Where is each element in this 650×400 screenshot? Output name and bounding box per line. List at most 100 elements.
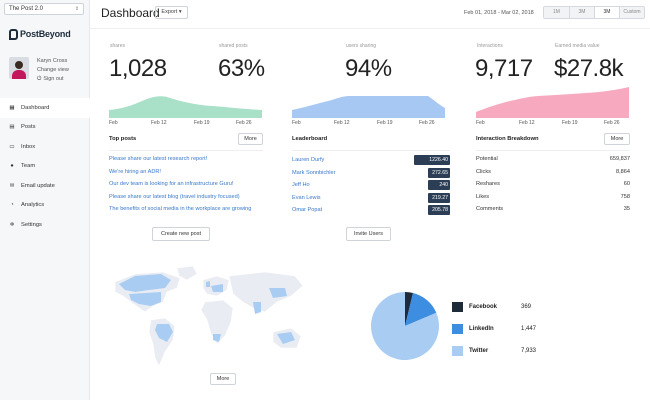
sidebar-item-label: Email update [21, 182, 55, 189]
map-highlight-india [253, 302, 261, 314]
range-1m-button[interactable]: 1M [544, 7, 569, 18]
top-post-link[interactable]: The benefits of social media in the work… [109, 206, 251, 219]
sidebar-item-label: Settings [21, 221, 42, 228]
leaderboard-title: Leaderboard [292, 136, 328, 142]
top-post-link[interactable]: Please share our latest research report! [109, 156, 251, 169]
top-posts-list: Please share our latest research report!… [109, 156, 251, 219]
top-posts-more-button[interactable]: More [238, 133, 263, 145]
page-title: Dashboard [101, 6, 160, 20]
interaction-value: 35 [623, 206, 630, 213]
x-tick: Feb [476, 120, 485, 126]
interaction-label: Likes [476, 193, 490, 200]
interactions-label: Interactions [477, 43, 503, 49]
sidebar-item-dashboard[interactable]: ▦ Dashboard [0, 98, 90, 118]
posts-icon: ▤ [9, 124, 15, 131]
interaction-label: Reshares [476, 181, 500, 188]
export-button[interactable]: Export ▾ [155, 6, 188, 19]
leaderboard-name[interactable]: Evan Lewis [292, 195, 321, 201]
interaction-value: 758 [620, 193, 630, 200]
leaderboard-name[interactable]: Mark Sonnbichler [292, 170, 336, 176]
sign-out-link[interactable]: ⏻ Sign out [37, 75, 69, 84]
users-sharing-label: users sharing [346, 43, 377, 49]
facebook-swatch [452, 302, 463, 312]
top-post-link[interactable]: We're hiring an ADR! [109, 169, 251, 182]
interactions-sparkline-area [476, 87, 629, 118]
sidebar-item-settings[interactable]: ✲ Settings [0, 215, 90, 235]
x-tick: Feb 19 [562, 120, 578, 126]
users-sparkline-area [292, 96, 445, 118]
map-highlight-uk [206, 281, 210, 287]
email-icon: ✉ [9, 182, 15, 189]
sidebar-item-label: Team [21, 163, 36, 170]
top-post-link[interactable]: Our dev team is looking for an infrastru… [109, 181, 251, 194]
interaction-label: Comments [476, 206, 504, 213]
legend-row-linkedin: LinkedIn 1,447 [452, 318, 536, 340]
divider [109, 150, 263, 151]
sidebar-item-inbox[interactable]: ▭ Inbox [0, 137, 90, 157]
interaction-row: Potential 659,837 [476, 156, 630, 169]
interaction-breakdown-list: Potential 659,837 Clicks 8,864 Reshares … [476, 156, 630, 219]
leaderboard-score: 240 [428, 180, 450, 191]
user-name: Karyn Cross [37, 58, 68, 64]
user-block: Karyn Cross Change view ⏻ Sign out [9, 57, 69, 84]
sidebar-item-label: Posts [21, 124, 36, 131]
legend-value: 7,933 [521, 348, 537, 354]
date-range[interactable]: Feb 01, 2018 - Mar 02, 2018 [464, 10, 534, 16]
sidebar-item-email-update[interactable]: ✉ Email update [0, 176, 90, 196]
sidebar-item-team[interactable]: ● Team [0, 157, 90, 177]
inbox-icon: ▭ [9, 143, 15, 150]
org-select[interactable]: The Post 2.0 ⇕ [4, 3, 84, 15]
x-tick: Feb 26 [604, 120, 620, 126]
invite-users-button[interactable]: Invite Users [346, 227, 391, 241]
range-button[interactable]: 3M [594, 7, 619, 18]
avatar [9, 57, 29, 79]
twitter-swatch [452, 346, 463, 356]
social-legend: Facebook 369 LinkedIn 1,447 Twitter 7,93… [452, 296, 536, 362]
sidebar-item-posts[interactable]: ▤ Posts [0, 118, 90, 138]
interaction-row: Comments 35 [476, 206, 630, 219]
create-new-post-button[interactable]: Create new post [152, 227, 210, 241]
leaderboard-row: Evan Lewis 219.27 [292, 192, 450, 206]
legend-value: 369 [521, 304, 532, 310]
brand-name: PostBeyond [20, 29, 71, 39]
x-tick: Feb [292, 120, 301, 126]
x-tick: Feb 19 [194, 120, 210, 126]
leaderboard-name[interactable]: Omar Popat [292, 207, 322, 213]
shares-sparkline-area [109, 96, 262, 118]
x-tick: Feb 26 [419, 120, 435, 126]
interaction-more-button[interactable]: More [604, 133, 630, 145]
sidebar-nav: ▦ Dashboard ▤ Posts ▭ Inbox ● Team ✉ Ema… [0, 98, 90, 235]
legend-row-facebook: Facebook 369 [452, 296, 536, 318]
interaction-row: Reshares 60 [476, 181, 630, 194]
leaderboard-row: Lauren Durfy 1226.40 [292, 155, 450, 168]
leaderboard-name[interactable]: Jeff Ho [292, 182, 310, 188]
map-more-button[interactable]: More [210, 373, 236, 385]
interaction-value: 8,864 [616, 168, 630, 175]
legend-row-twitter: Twitter 7,933 [452, 340, 536, 362]
dashboard-icon: ▦ [9, 104, 15, 111]
users-sparkline [292, 96, 445, 118]
leaderboard-row: Mark Sonnbichler 272.65 [292, 167, 450, 181]
sidebar-item-label: Dashboard [21, 104, 50, 111]
world-map[interactable] [105, 262, 315, 374]
users-sharing-value: 94% [345, 55, 392, 82]
legend-name: Twitter [469, 348, 489, 354]
range-custom-button[interactable]: Custom [619, 7, 644, 18]
x-tick: Feb [109, 120, 118, 126]
postbeyond-logo-icon [9, 28, 18, 40]
chevron-updown-icon: ⇕ [74, 6, 79, 12]
change-view-link[interactable]: Change view [37, 66, 69, 75]
leaderboard-name[interactable]: Lauren Durfy [292, 157, 324, 163]
range-3m-button[interactable]: 3M [569, 7, 594, 18]
leaderboard-score: 1226.40 [414, 155, 450, 165]
header-divider [90, 28, 650, 29]
shared-posts-label: shared posts [219, 43, 248, 49]
x-tick: Feb 12 [151, 120, 167, 126]
sidebar-item-analytics[interactable]: ◔ Analytics [0, 196, 90, 216]
leaderboard-score: 219.27 [428, 192, 450, 203]
leaderboard-row: Jeff Ho 240 [292, 180, 450, 193]
sign-out-label: Sign out [43, 76, 64, 82]
x-tick: Feb 12 [334, 120, 350, 126]
top-post-link[interactable]: Please share our latest blog (travel ind… [109, 194, 251, 207]
divider [292, 150, 450, 151]
